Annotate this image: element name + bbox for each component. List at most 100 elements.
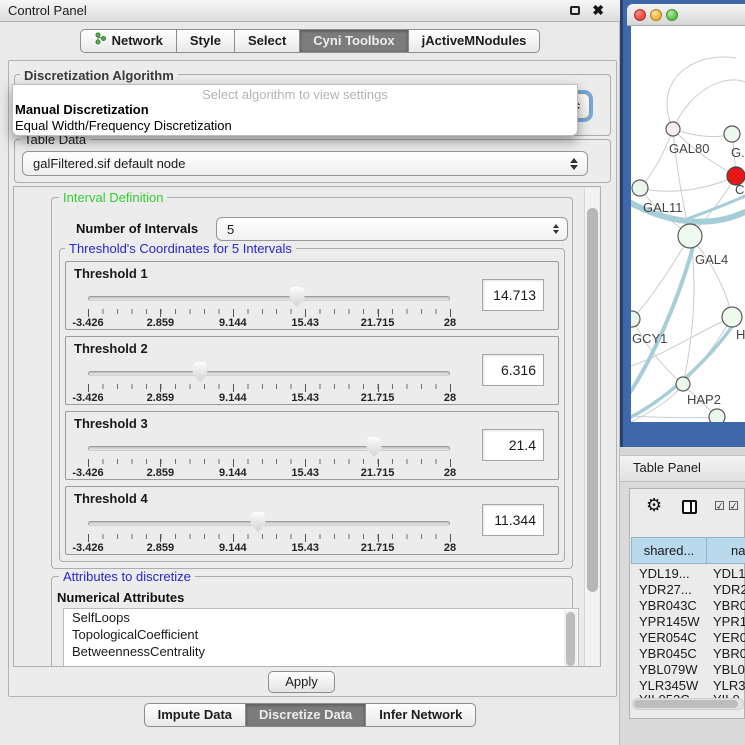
threshold-3-slider[interactable]: -3.426 2.859 9.144 15.43 21.715 28 xyxy=(88,434,450,478)
numerical-attributes-list[interactable]: SelfLoops TopologicalCoefficient Between… xyxy=(63,608,579,667)
scrollbar-thumb[interactable] xyxy=(634,700,738,708)
slider-minor-ticks xyxy=(88,309,450,314)
tab-discretize-data[interactable]: Discretize Data xyxy=(245,703,366,727)
combo-arrows-icon xyxy=(570,158,578,170)
slider-thumb[interactable] xyxy=(251,512,266,532)
table-row[interactable]: YBR045CYBR0 xyxy=(631,646,745,662)
threshold-1-label: Threshold 1 xyxy=(74,266,148,281)
tick-label: 2.859 xyxy=(147,317,175,329)
dropdown-hint: Select algorithm to view settings xyxy=(13,87,577,102)
network-canvas[interactable]: GAL80 G. C GAL11 GAL4 GCY1 H HAP2 xyxy=(631,26,745,422)
algorithm-dropdown-popup: Select algorithm to view settings Manual… xyxy=(12,84,578,136)
tab-cyni-toolbox[interactable]: Cyni Toolbox xyxy=(299,29,408,53)
pane-vertical-scrollbar[interactable] xyxy=(584,188,599,667)
checkbox-icon[interactable]: ☑ xyxy=(728,499,739,513)
tick-label: 28 xyxy=(444,467,456,479)
tick-label: 15.43 xyxy=(291,542,319,554)
node-gal4 xyxy=(678,224,702,248)
table-row[interactable]: YDR27...YDR2 xyxy=(631,582,745,598)
threshold-4-label: Threshold 4 xyxy=(74,491,148,506)
threshold-3-value-field[interactable]: 21.4 xyxy=(482,429,544,461)
table-row[interactable]: YBR043CYBR0 xyxy=(631,598,745,614)
tab-infer-network[interactable]: Infer Network xyxy=(365,703,476,727)
tick-label: 21.715 xyxy=(361,317,395,329)
slider-minor-ticks xyxy=(88,459,450,464)
threshold-1-value-field[interactable]: 14.713 xyxy=(482,279,544,311)
threshold-3-label: Threshold 3 xyxy=(74,416,148,431)
node-table[interactable]: shared... na YDL19...YDL1 YDR27...YDR2 Y… xyxy=(631,537,745,700)
tick-label: -3.426 xyxy=(72,542,103,554)
node-gal11 xyxy=(632,180,648,196)
threshold-4-slider[interactable]: -3.426 2.859 9.144 15.43 21.715 28 xyxy=(88,509,450,553)
float-window-icon[interactable] xyxy=(570,6,580,15)
scrollbar-thumb[interactable] xyxy=(587,208,598,592)
tab-select[interactable]: Select xyxy=(234,29,300,53)
table-row[interactable]: YBL079WYBL0 xyxy=(631,662,745,678)
threshold-1-panel: Threshold 1 -3.426 2.859 9.144 15.43 21.… xyxy=(65,261,559,330)
tick-label: 2.859 xyxy=(147,542,175,554)
tick-label: -3.426 xyxy=(72,467,103,479)
slider-track[interactable] xyxy=(88,371,450,376)
minimize-traffic-light-icon[interactable] xyxy=(650,9,662,21)
tab-network-label: Network xyxy=(112,30,163,52)
slider-track[interactable] xyxy=(88,521,450,526)
node-label: H xyxy=(736,327,745,342)
slider-thumb[interactable] xyxy=(193,362,208,382)
dropdown-option-equal-width[interactable]: Equal Width/Frequency Discretization xyxy=(13,118,577,134)
node-label: GAL4 xyxy=(695,252,728,267)
tab-jactivemnodules[interactable]: jActiveMNodules xyxy=(408,29,541,53)
node-label: GAL80 xyxy=(669,141,709,156)
discretization-algorithm-group-title: Discretization Algorithm xyxy=(20,68,178,83)
threshold-2-slider[interactable]: -3.426 2.859 9.144 15.43 21.715 28 xyxy=(88,359,450,403)
slider-track[interactable] xyxy=(88,296,450,301)
tick-label: 21.715 xyxy=(361,392,395,404)
table-row[interactable]: YER054CYER0 xyxy=(631,630,745,646)
node-label: G. xyxy=(731,145,745,160)
table-data-combobox[interactable]: galFiltered.sif default node xyxy=(22,151,588,176)
control-panel-titlebar: Control Panel ✖ xyxy=(0,0,620,22)
checkbox-icon[interactable]: ☑ xyxy=(714,499,725,513)
tick-label: 9.144 xyxy=(219,542,247,554)
node-label: C xyxy=(735,182,744,197)
threshold-1-slider[interactable]: -3.426 2.859 9.144 15.43 21.715 28 xyxy=(88,284,450,328)
node-label: GCY1 xyxy=(632,331,667,346)
interval-definition-title: Interval Definition xyxy=(59,190,167,205)
slider-thumb[interactable] xyxy=(289,287,304,307)
tick-label: -3.426 xyxy=(72,317,103,329)
tick-label: 15.43 xyxy=(291,392,319,404)
settings-scrollpane: Interval Definition Number of Intervals … xyxy=(13,186,601,667)
dropdown-option-manual[interactable]: Manual Discretization xyxy=(13,102,577,118)
table-row[interactable]: YPR145WYPR1 xyxy=(631,614,745,630)
apply-button[interactable]: Apply xyxy=(268,671,335,693)
table-horizontal-scrollbar[interactable] xyxy=(632,698,744,710)
split-columns-icon[interactable] xyxy=(682,500,697,514)
threshold-2-value-field[interactable]: 6.316 xyxy=(482,354,544,386)
slider-minor-ticks xyxy=(88,384,450,389)
settings-gear-icon[interactable]: ⚙ xyxy=(646,496,662,514)
tab-impute-data[interactable]: Impute Data xyxy=(144,703,246,727)
slider-thumb[interactable] xyxy=(366,437,381,457)
list-item[interactable]: SelfLoops xyxy=(64,609,578,626)
bottom-tab-bar: Impute Data Discretize Data Infer Networ… xyxy=(0,703,620,727)
tick-label: -3.426 xyxy=(72,392,103,404)
zoom-traffic-light-icon[interactable] xyxy=(666,9,678,21)
table-row[interactable]: YDL19...YDL1 xyxy=(631,566,745,582)
slider-track[interactable] xyxy=(88,446,450,451)
threshold-3-panel: Threshold 3 -3.426 2.859 9.144 15.43 21.… xyxy=(65,411,559,480)
table-data-combobox-value: galFiltered.sif default node xyxy=(33,156,185,171)
column-header-shared-name[interactable]: shared... xyxy=(631,537,707,564)
threshold-4-value-field[interactable]: 11.344 xyxy=(482,504,544,536)
column-header-name[interactable]: na xyxy=(707,537,745,564)
tab-style[interactable]: Style xyxy=(176,29,235,53)
node-top-right xyxy=(724,126,740,142)
top-tab-bar: Network Style Select Cyni Toolbox jActiv… xyxy=(0,29,620,53)
close-traffic-light-icon[interactable] xyxy=(634,9,646,21)
list-item[interactable]: BetweennessCentrality xyxy=(64,643,578,660)
number-of-intervals-spinner[interactable]: 5 xyxy=(216,217,568,241)
tab-network[interactable]: Network xyxy=(80,29,177,53)
list-item[interactable]: TopologicalCoefficient xyxy=(64,626,578,643)
window-title: Control Panel xyxy=(8,3,87,18)
list-scrollbar[interactable] xyxy=(564,610,577,666)
tick-label: 2.859 xyxy=(147,467,175,479)
close-icon[interactable]: ✖ xyxy=(592,2,604,19)
